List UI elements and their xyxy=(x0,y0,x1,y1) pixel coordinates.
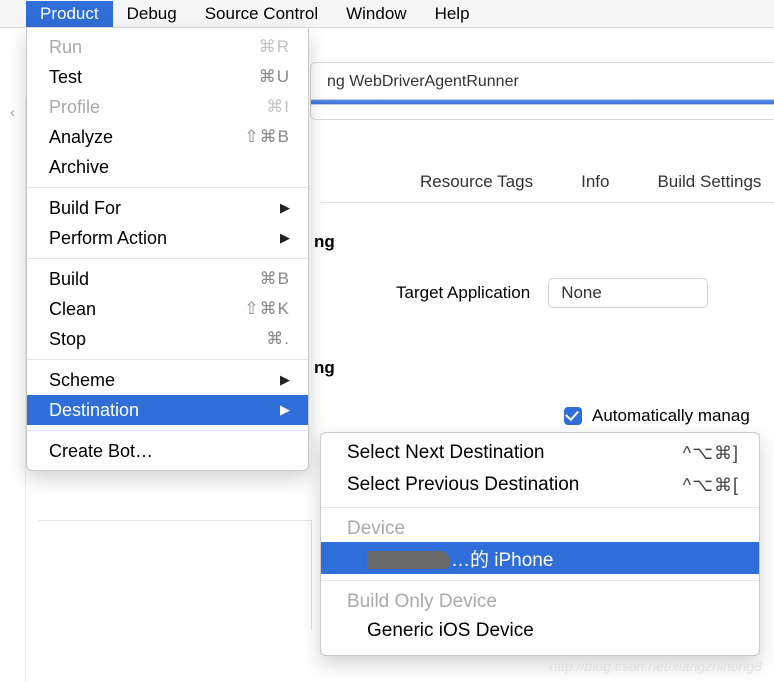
submenu-arrow-icon: ▶ xyxy=(280,230,290,246)
menu-source-control[interactable]: Source Control xyxy=(191,1,332,27)
product-menu-create-bot[interactable]: Create Bot… xyxy=(27,436,308,466)
activity-text: ng WebDriverAgentRunner xyxy=(327,73,519,91)
menu-debug[interactable]: Debug xyxy=(113,1,191,27)
menu-separator xyxy=(27,258,308,259)
product-menu-scheme[interactable]: Scheme▶ xyxy=(27,365,308,395)
device-item-selected[interactable]: …的 iPhone xyxy=(321,542,759,574)
device-header: Device xyxy=(321,514,759,542)
select-next-destination[interactable]: Select Next Destination ^⌥⌘] xyxy=(321,437,759,469)
tab-resource-tags[interactable]: Resource Tags xyxy=(420,172,533,192)
product-menu-clean[interactable]: Clean⇧⌘K xyxy=(27,294,308,324)
menu-separator xyxy=(27,430,308,431)
rail-icon: ‹ xyxy=(3,104,23,124)
menu-item-label: Run xyxy=(49,37,259,58)
bottom-panel-fragment xyxy=(38,520,312,630)
menu-item-label: Build xyxy=(49,269,260,290)
navigator-rail: ‹ xyxy=(0,98,26,682)
product-menu-build-for[interactable]: Build For▶ xyxy=(27,193,308,223)
product-menu-archive[interactable]: Archive xyxy=(27,152,308,182)
product-menu-build[interactable]: Build⌘B xyxy=(27,264,308,294)
progress-bar xyxy=(311,99,774,105)
menu-help[interactable]: Help xyxy=(421,1,484,27)
menu-item-label: Archive xyxy=(49,157,290,178)
destination-submenu: Select Next Destination ^⌥⌘] Select Prev… xyxy=(320,432,760,656)
product-menu: Run⌘RTest⌘UProfile⌘IAnalyze⇧⌘BArchiveBui… xyxy=(26,28,309,471)
menu-window[interactable]: Window xyxy=(332,1,420,27)
target-application-select[interactable]: None xyxy=(548,278,708,308)
tab-build-settings[interactable]: Build Settings xyxy=(657,172,761,192)
generic-ios-device[interactable]: Generic iOS Device xyxy=(321,615,759,647)
menu-item-shortcut: ⌘U xyxy=(259,67,290,87)
submenu-arrow-icon: ▶ xyxy=(280,200,290,216)
tab-info[interactable]: Info xyxy=(581,172,609,192)
menu-item-label: Destination xyxy=(49,400,280,421)
product-menu-perform-action[interactable]: Perform Action▶ xyxy=(27,223,308,253)
product-menu-run: Run⌘R xyxy=(27,32,308,62)
section-signing: ng xyxy=(314,358,335,378)
menu-item-label: Scheme xyxy=(49,370,280,391)
menu-separator xyxy=(27,187,308,188)
menu-item-shortcut: ⌘R xyxy=(259,37,290,57)
submenu-arrow-icon: ▶ xyxy=(280,402,290,418)
menu-item-shortcut: ⌘B xyxy=(260,269,290,289)
select-previous-destination[interactable]: Select Previous Destination ^⌥⌘[ xyxy=(321,469,759,501)
device-name-suffix: …的 iPhone xyxy=(451,550,553,571)
menubar: Product Debug Source Control Window Help xyxy=(0,0,774,28)
menu-item-label: …的 iPhone xyxy=(367,545,739,572)
product-menu-destination[interactable]: Destination▶ xyxy=(27,395,308,425)
product-menu-profile: Profile⌘I xyxy=(27,92,308,122)
auto-manage-label: Automatically manag xyxy=(592,406,750,426)
submenu-arrow-icon: ▶ xyxy=(280,372,290,388)
menu-separator xyxy=(321,580,759,581)
redacted-name-icon xyxy=(367,551,449,569)
menu-item-label: Select Previous Destination xyxy=(347,474,683,496)
menu-item-shortcut: ^⌥⌘] xyxy=(683,443,739,464)
menu-product[interactable]: Product xyxy=(26,1,113,27)
product-menu-stop[interactable]: Stop⌘. xyxy=(27,324,308,354)
menu-item-label: Generic iOS Device xyxy=(367,620,739,642)
menu-item-shortcut: ⇧⌘K xyxy=(244,299,290,319)
menu-item-label: Select Next Destination xyxy=(347,442,683,464)
section-testing: ng xyxy=(314,232,335,252)
menu-item-shortcut: ⇧⌘B xyxy=(244,127,290,147)
menu-item-shortcut: ⌘I xyxy=(266,97,290,117)
target-application-label: Target Application xyxy=(396,283,530,303)
editor-tabs: Resource Tags Info Build Settings xyxy=(320,172,774,203)
target-application-row: Target Application None xyxy=(396,278,708,308)
menu-item-label: Clean xyxy=(49,299,244,320)
menu-separator xyxy=(321,507,759,508)
menu-item-label: Stop xyxy=(49,329,266,350)
product-menu-test[interactable]: Test⌘U xyxy=(27,62,308,92)
menu-item-label: Analyze xyxy=(49,127,244,148)
menu-item-label: Create Bot… xyxy=(49,441,290,462)
auto-manage-checkbox[interactable] xyxy=(564,407,582,425)
activity-viewer: ng WebDriverAgentRunner xyxy=(310,62,774,120)
menu-item-label: Perform Action xyxy=(49,228,280,249)
auto-manage-row: Automatically manag xyxy=(564,406,750,426)
product-menu-analyze[interactable]: Analyze⇧⌘B xyxy=(27,122,308,152)
menu-item-shortcut: ^⌥⌘[ xyxy=(683,475,739,496)
menu-separator xyxy=(27,359,308,360)
build-only-header: Build Only Device xyxy=(321,587,759,615)
menu-item-label: Build For xyxy=(49,198,280,219)
menu-item-label: Test xyxy=(49,67,259,88)
menu-item-label: Profile xyxy=(49,97,266,118)
menu-item-shortcut: ⌘. xyxy=(266,329,290,349)
